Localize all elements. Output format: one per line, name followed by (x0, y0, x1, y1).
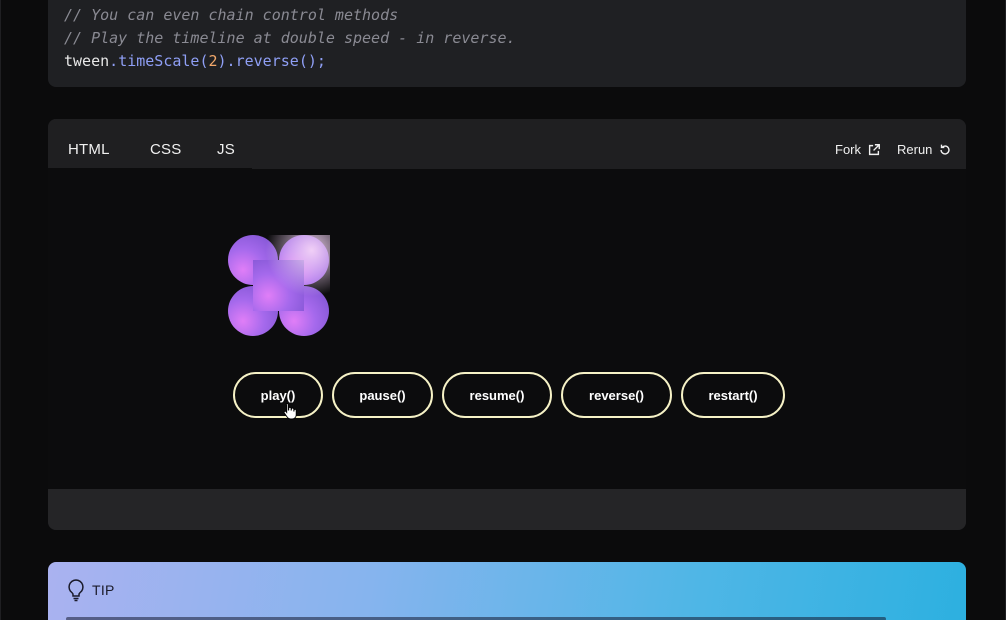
demo-tabbar: HTML CSS JS Fork Rerun (48, 119, 966, 170)
page-left-border (0, 0, 1, 620)
code-token: timeScale (118, 52, 200, 70)
demo-stage: play() pause() resume() reverse() restar… (48, 169, 966, 489)
fork-button[interactable]: Fork (835, 142, 881, 157)
fork-label: Fork (835, 142, 861, 157)
refresh-icon (940, 144, 951, 155)
tip-label: TIP (92, 582, 115, 598)
demo-footer (48, 489, 966, 530)
reverse-button[interactable]: reverse() (561, 372, 672, 418)
code-token: . (109, 52, 119, 70)
code-token: tween (64, 52, 110, 70)
control-buttons: play() pause() resume() reverse() restar… (233, 372, 785, 418)
code-token: ( (199, 52, 209, 70)
tab-html[interactable]: HTML (68, 141, 110, 158)
tip-callout: TIP (48, 562, 966, 620)
tab-css[interactable]: CSS (150, 141, 181, 158)
tip-text-cutoff (66, 614, 936, 620)
code-token: ). (217, 52, 236, 70)
external-link-icon (868, 143, 880, 155)
restart-button[interactable]: restart() (681, 372, 785, 418)
code-statement-line: tween.timeScale(2).reverse(); (64, 50, 950, 73)
rerun-label: Rerun (897, 142, 933, 157)
play-button[interactable]: play() (233, 372, 323, 418)
tab-js[interactable]: JS (217, 141, 235, 158)
code-block: // You can even chain control methods //… (48, 0, 966, 87)
tip-header: TIP (66, 578, 115, 602)
rerun-button[interactable]: Rerun (897, 142, 952, 157)
gsap-flower-logo (228, 235, 330, 337)
code-comment-line: // Play the timeline at double speed - i… (64, 29, 516, 47)
code-token: (); (298, 52, 326, 70)
pause-button[interactable]: pause() (332, 372, 433, 418)
lightbulb-icon (68, 579, 84, 602)
resume-button[interactable]: resume() (442, 372, 552, 418)
code-token: reverse (235, 52, 299, 70)
code-comment-line: // You can even chain control methods (64, 6, 399, 24)
hand-pointer-icon (283, 403, 297, 420)
demo-panel: HTML CSS JS Fork Rerun play() pause() re… (48, 119, 966, 530)
code-token: 2 (208, 52, 218, 70)
